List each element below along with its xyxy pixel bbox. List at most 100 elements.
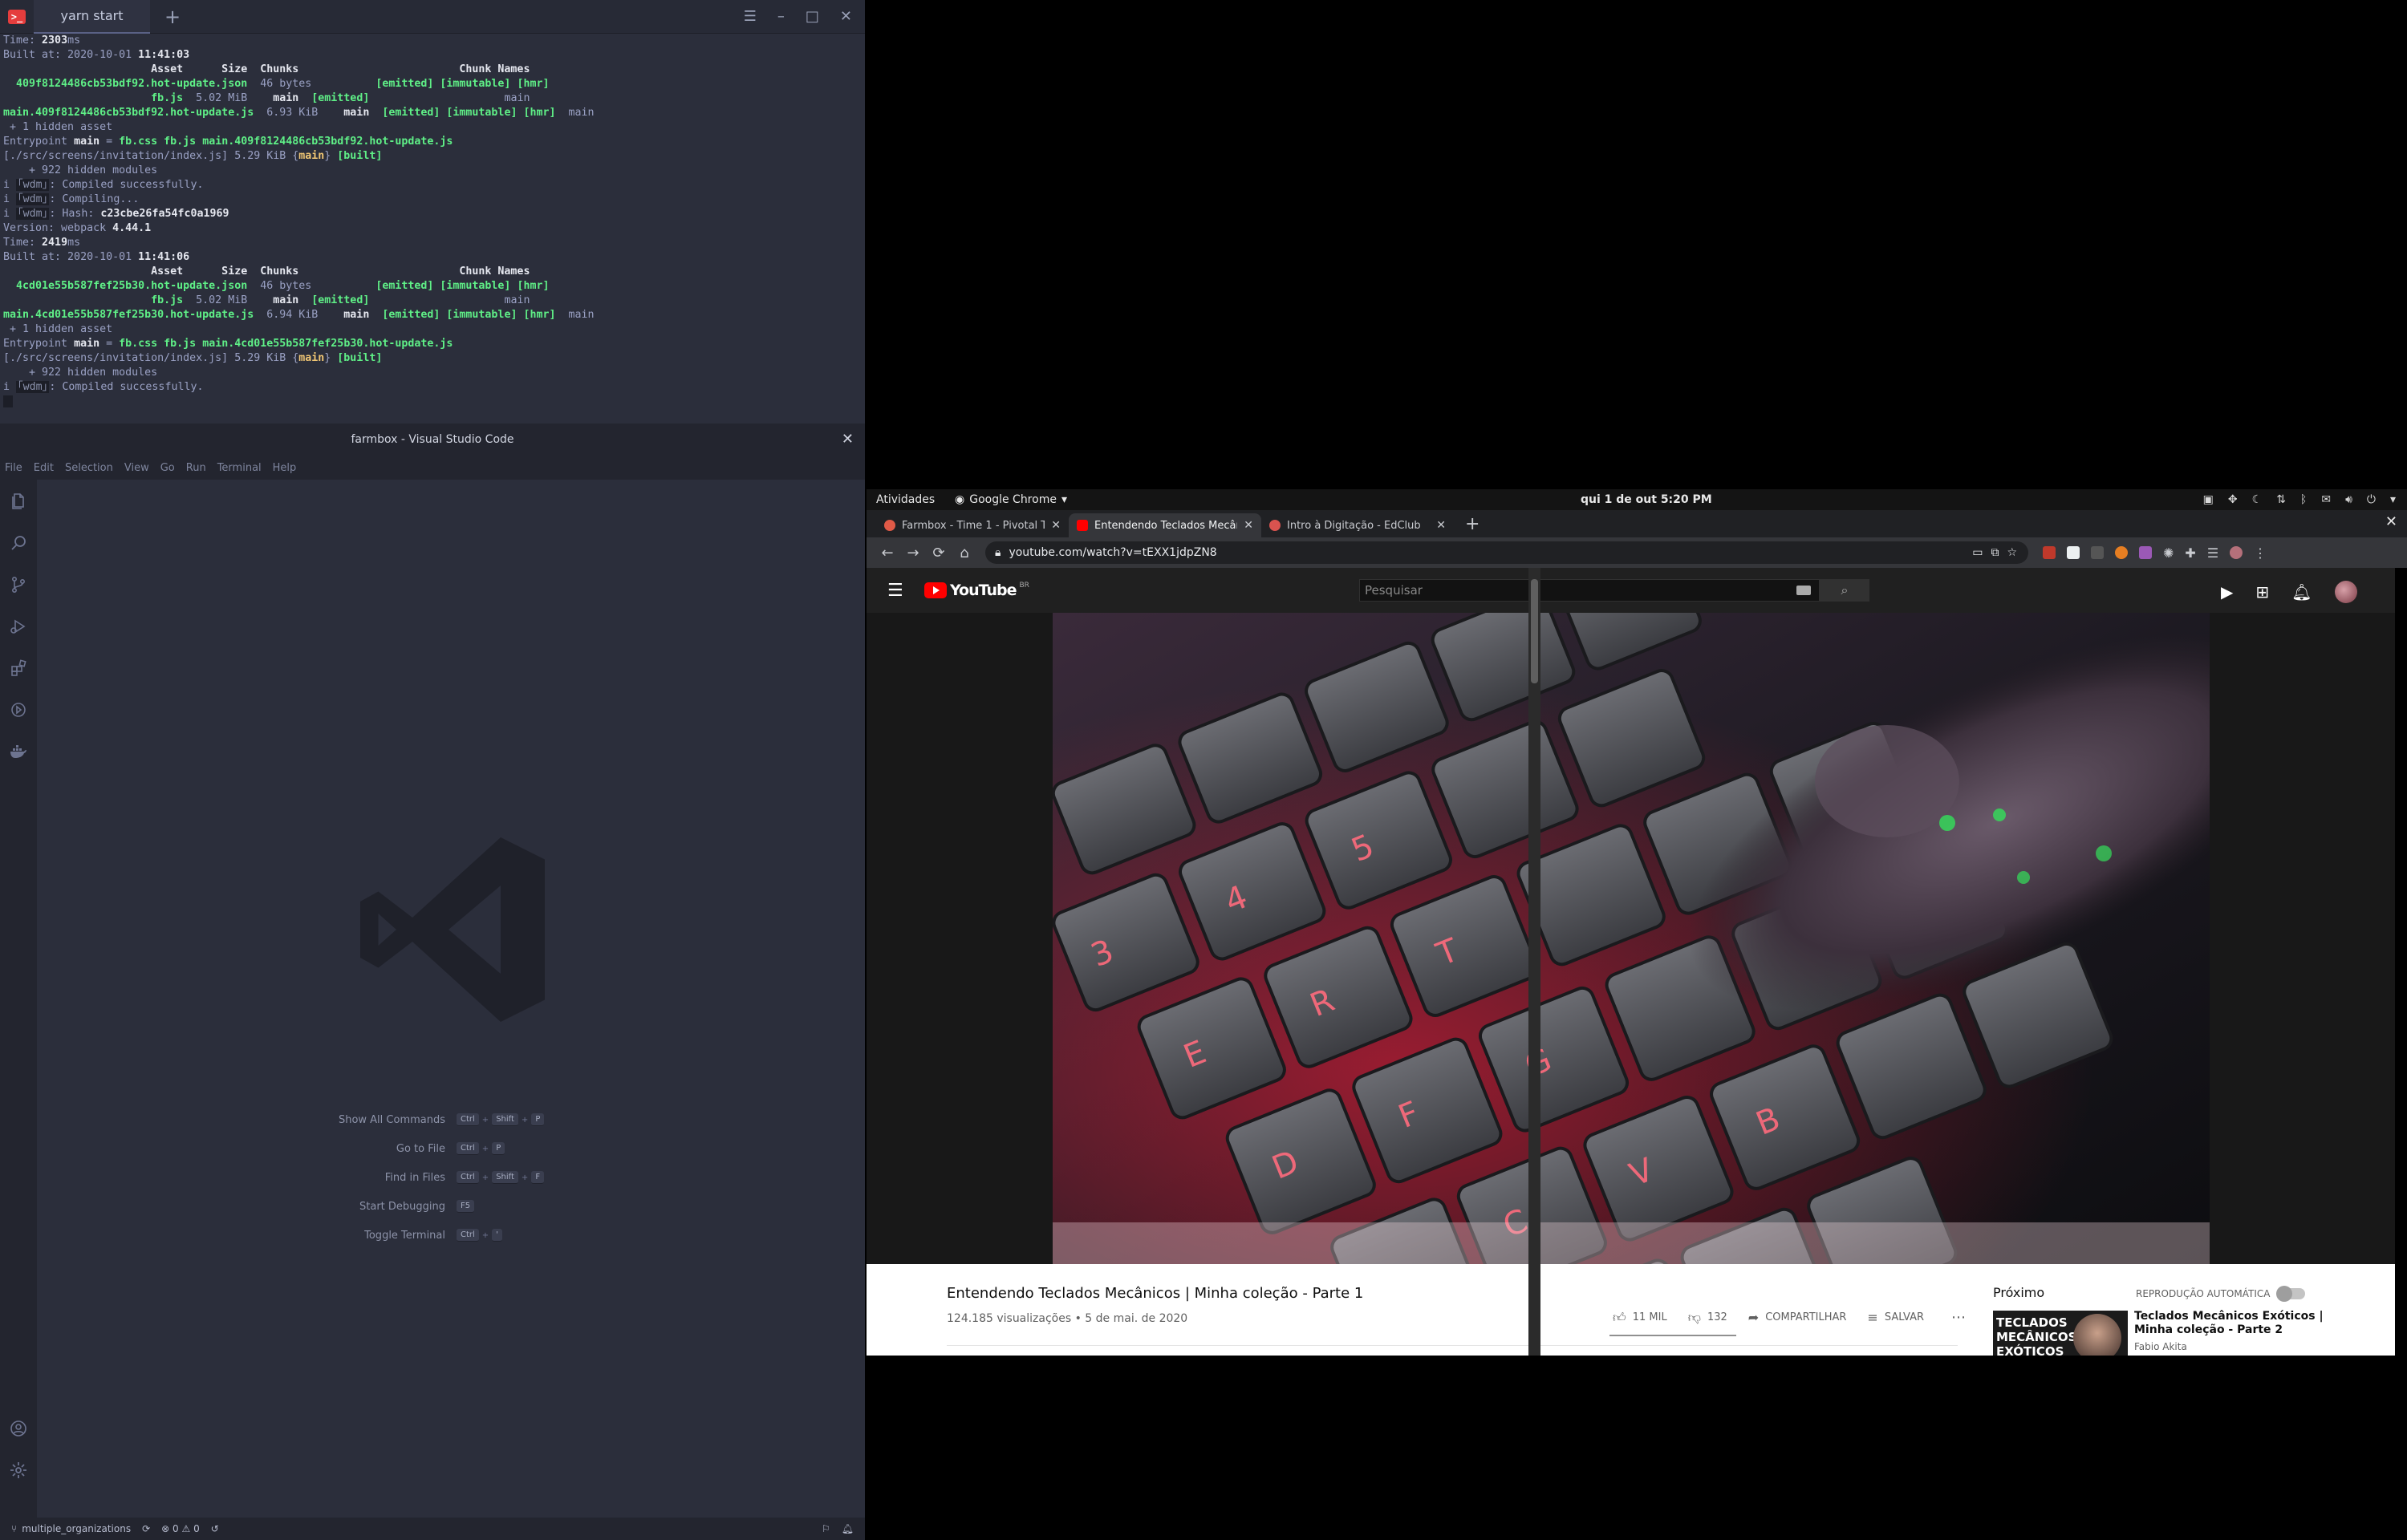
sync-icon[interactable]: ⟳	[142, 1523, 150, 1534]
menu-selection[interactable]: Selection	[65, 462, 113, 474]
home-icon[interactable]: ⌂	[952, 545, 977, 561]
close-icon[interactable]: ✕	[1436, 519, 1446, 532]
git-branch-name[interactable]: multiple_organizations	[22, 1523, 131, 1534]
new-tab-icon[interactable]: +	[164, 6, 181, 28]
status-bar: ⑂ multiple_organizations ⟳ ⊗ 0 ⚠ 0 ↺ ⚐ 🔔…	[0, 1518, 865, 1540]
lock-icon[interactable]: 🔒︎	[995, 546, 1001, 559]
new-tab-button[interactable]: +	[1465, 514, 1480, 534]
recommended-channel[interactable]: Fabio Akita	[2134, 1341, 2187, 1352]
extension-cookie-icon[interactable]	[2115, 546, 2128, 559]
terminal-text: =	[99, 338, 120, 350]
extension-check-icon[interactable]	[2067, 546, 2080, 559]
chevron-down-icon[interactable]: ▾	[2390, 493, 2396, 506]
reload-icon[interactable]: ⟳	[926, 545, 952, 561]
search-input[interactable]: Pesquisar	[1359, 579, 1820, 602]
apps-grid-icon[interactable]: ⊞	[2255, 582, 2269, 602]
page-scrollbar[interactable]	[1528, 568, 1540, 1356]
dislike-button[interactable]: 👎︎ 132	[1688, 1310, 1727, 1326]
close-icon[interactable]: ✕	[840, 8, 852, 25]
night-light-icon[interactable]: ☾	[2252, 493, 2263, 506]
terminal-text: Time:	[3, 34, 43, 47]
history-icon[interactable]: ↺	[211, 1523, 219, 1534]
key-separator: +	[481, 1115, 489, 1125]
autoplay-toggle[interactable]	[2276, 1286, 2306, 1302]
menu-run[interactable]: Run	[186, 462, 206, 474]
terminal-output[interactable]: Time: 2303ms Built at: 2020-10-01 11:41:0…	[0, 34, 865, 409]
hamburger-menu-icon[interactable]: ☰	[887, 581, 903, 601]
account-icon[interactable]	[8, 1418, 29, 1439]
notifications-bell-icon[interactable]: 🔔︎	[2291, 582, 2312, 602]
more-vertical-icon[interactable]: ⋮	[2254, 545, 2267, 561]
minimize-icon[interactable]: –	[777, 8, 785, 25]
app-menu[interactable]: ◉ Google Chrome ▾	[955, 493, 1067, 506]
forward-arrow-icon[interactable]: →	[900, 545, 926, 561]
docker-icon[interactable]	[8, 741, 29, 762]
menu-help[interactable]: Help	[273, 462, 297, 474]
extensions-icon[interactable]	[8, 658, 29, 679]
share-button[interactable]: ➦ COMPARTILHAR	[1748, 1310, 1847, 1325]
explorer-icon[interactable]	[8, 491, 29, 512]
save-button[interactable]: ≡ SALVAR	[1867, 1310, 1924, 1325]
activities-button[interactable]: Atividades	[867, 493, 947, 506]
menu-view[interactable]: View	[124, 462, 149, 474]
problems-indicator[interactable]: ⊗ 0 ⚠ 0	[161, 1523, 200, 1534]
search-icon[interactable]	[8, 533, 29, 553]
keycap: Ctrl	[457, 1142, 479, 1155]
terminal-text: [built]	[337, 150, 383, 162]
menu-go[interactable]: Go	[160, 462, 175, 474]
remote-explorer-icon[interactable]	[8, 699, 29, 720]
close-icon[interactable]: ✕	[842, 431, 854, 448]
source-control-icon[interactable]	[8, 574, 29, 595]
create-video-icon[interactable]: ▶︎	[2221, 582, 2233, 602]
broadcast-icon[interactable]: ⚐	[822, 1523, 830, 1534]
youtube-logo[interactable]: YouTube BR	[924, 582, 1029, 599]
chrome-toolbar: ← → ⟳ ⌂ 🔒︎ youtube.com/watch?v=tEXX1jdpZ…	[867, 537, 2407, 568]
video-player[interactable]: 3 4 5 E R T D F G C V B	[1053, 613, 2210, 1264]
terminal-tab[interactable]: yarn start	[34, 0, 150, 34]
settings-gear-icon[interactable]	[8, 1460, 29, 1481]
translate-icon[interactable]: ⧉	[1991, 546, 1999, 559]
recommended-title[interactable]: Teclados Mecânicos Exóticos | Minha cole…	[2134, 1310, 2327, 1337]
terminal-window[interactable]: >_ yarn start + ☰ – □ ✕ Time: 2303ms Buil…	[0, 0, 865, 424]
clock[interactable]: qui 1 de out 5:20 PM	[1581, 493, 1712, 506]
back-arrow-icon[interactable]: ←	[875, 545, 900, 561]
bookmark-star-icon[interactable]: ☆	[2007, 546, 2017, 559]
scrollbar-thumb[interactable]	[1531, 579, 1538, 683]
extension-dark-icon[interactable]	[2091, 546, 2104, 559]
search-button[interactable]: ⌕	[1820, 579, 1869, 602]
close-icon[interactable]: ✕	[2385, 513, 2397, 530]
address-bar[interactable]: 🔒︎ youtube.com/watch?v=tEXX1jdpZN8 ▭ ⧉ ☆	[985, 541, 2028, 564]
menu-edit[interactable]: Edit	[34, 462, 54, 474]
bluetooth-icon[interactable]: ᛒ	[2300, 493, 2307, 506]
network-icon[interactable]: ⇅	[2276, 493, 2286, 506]
run-debug-icon[interactable]	[8, 616, 29, 637]
recommended-thumbnail[interactable]: TECLADOS MECÂNICOS EXÓTICOS	[1993, 1311, 2128, 1356]
extension-abp-icon[interactable]	[2043, 546, 2056, 559]
close-icon[interactable]: ✕	[1244, 519, 1253, 532]
hamburger-menu-icon[interactable]: ☰	[744, 8, 757, 25]
extensions-puzzle-icon[interactable]: ✚	[2185, 545, 2195, 561]
notifications-bell-icon[interactable]: 🔔︎	[842, 1523, 854, 1534]
like-button[interactable]: 👍︎ 11 MIL	[1613, 1310, 1667, 1326]
menu-file[interactable]: File	[5, 462, 22, 474]
thumbnail-text: TECLADOS MECÂNICOS EXÓTICOS	[1996, 1315, 2077, 1356]
email-icon[interactable]: ✉	[2321, 493, 2331, 506]
close-icon[interactable]: ✕	[1051, 519, 1061, 532]
extension-purple-icon[interactable]	[2139, 546, 2152, 559]
keyboard-icon[interactable]	[1796, 586, 1811, 595]
cast-icon[interactable]: ▭	[1972, 546, 1983, 559]
tab-edclub[interactable]: Intro à Digitação - EdClub ✕	[1261, 513, 1454, 537]
tab-youtube[interactable]: Entendendo Teclados Mecânicos ✕	[1069, 513, 1261, 537]
maximize-icon[interactable]: □	[806, 8, 819, 25]
avatar[interactable]	[2334, 581, 2357, 603]
more-horizontal-icon[interactable]: ⋯	[1951, 1309, 1966, 1326]
volume-icon[interactable]: 🔊︎	[2345, 493, 2352, 506]
tab-pivotal-tracker[interactable]: Farmbox - Time 1 - Pivotal Tracker ✕	[876, 513, 1069, 537]
power-icon[interactable]: ⏻	[2367, 493, 2376, 506]
dropbox-icon[interactable]: ✥	[2228, 493, 2238, 506]
display-icon[interactable]: ▣	[2203, 493, 2214, 506]
extension-gear-icon[interactable]: ✺	[2163, 545, 2174, 561]
reading-list-icon[interactable]: ☰	[2207, 545, 2218, 561]
menu-terminal[interactable]: Terminal	[217, 462, 262, 474]
profile-avatar[interactable]	[2230, 546, 2243, 559]
